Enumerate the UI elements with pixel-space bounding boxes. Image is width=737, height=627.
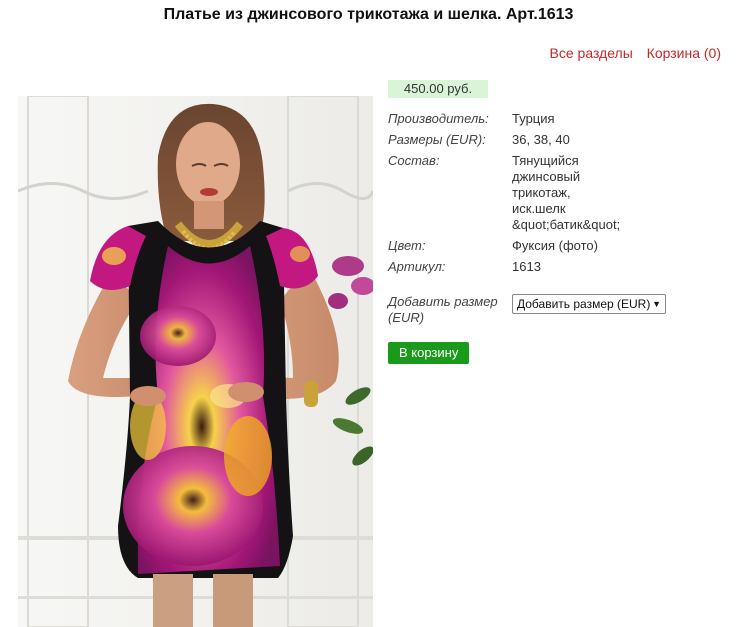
size-selector-row: Добавить размер (EUR) Добавить размер (E… [388, 294, 666, 326]
spec-value: Фуксия (фото) [512, 238, 598, 253]
dress-model-image [18, 96, 373, 627]
spec-label: Цвет: [388, 238, 426, 253]
size-label: Добавить размер (EUR) [388, 294, 498, 325]
spec-label: Размеры (EUR): [388, 132, 486, 147]
all-sections-link[interactable]: Все разделы [550, 45, 633, 61]
spec-row-composition: Состав: Тянущийся джинсовый трикотаж, ис… [388, 153, 622, 233]
size-select[interactable]: Добавить размер (EUR) ▼ [512, 294, 666, 314]
chevron-down-icon: ▼ [650, 295, 661, 313]
spec-value: Турция [512, 111, 555, 126]
spec-label: Артикул: [388, 259, 446, 274]
product-photo[interactable] [18, 96, 373, 627]
spec-row-manufacturer: Производитель: Турция [388, 111, 622, 127]
product-specs: Производитель: Турция Размеры (EUR): 36,… [388, 111, 622, 280]
page-title: Платье из джинсового трикотажа и шелка. … [163, 6, 574, 23]
top-nav: Все разделы Корзина (0) [540, 45, 721, 61]
spec-row-article: Артикул: 1613 [388, 259, 622, 275]
add-to-cart-button[interactable]: В корзину [388, 342, 470, 364]
size-select-value: Добавить размер (EUR) [517, 297, 651, 311]
spec-value: Тянущийся джинсовый трикотаж, иск.шелк &… [512, 153, 621, 232]
spec-value: 1613 [512, 259, 541, 274]
spec-row-sizes: Размеры (EUR): 36, 38, 40 [388, 132, 622, 148]
price-badge: 450.00 руб. [388, 80, 488, 98]
spec-label: Состав: [388, 153, 440, 168]
cart-link[interactable]: Корзина (0) [647, 45, 721, 61]
spec-row-color: Цвет: Фуксия (фото) [388, 238, 622, 254]
spec-label: Производитель: [388, 111, 489, 126]
spec-value: 36, 38, 40 [512, 132, 570, 147]
